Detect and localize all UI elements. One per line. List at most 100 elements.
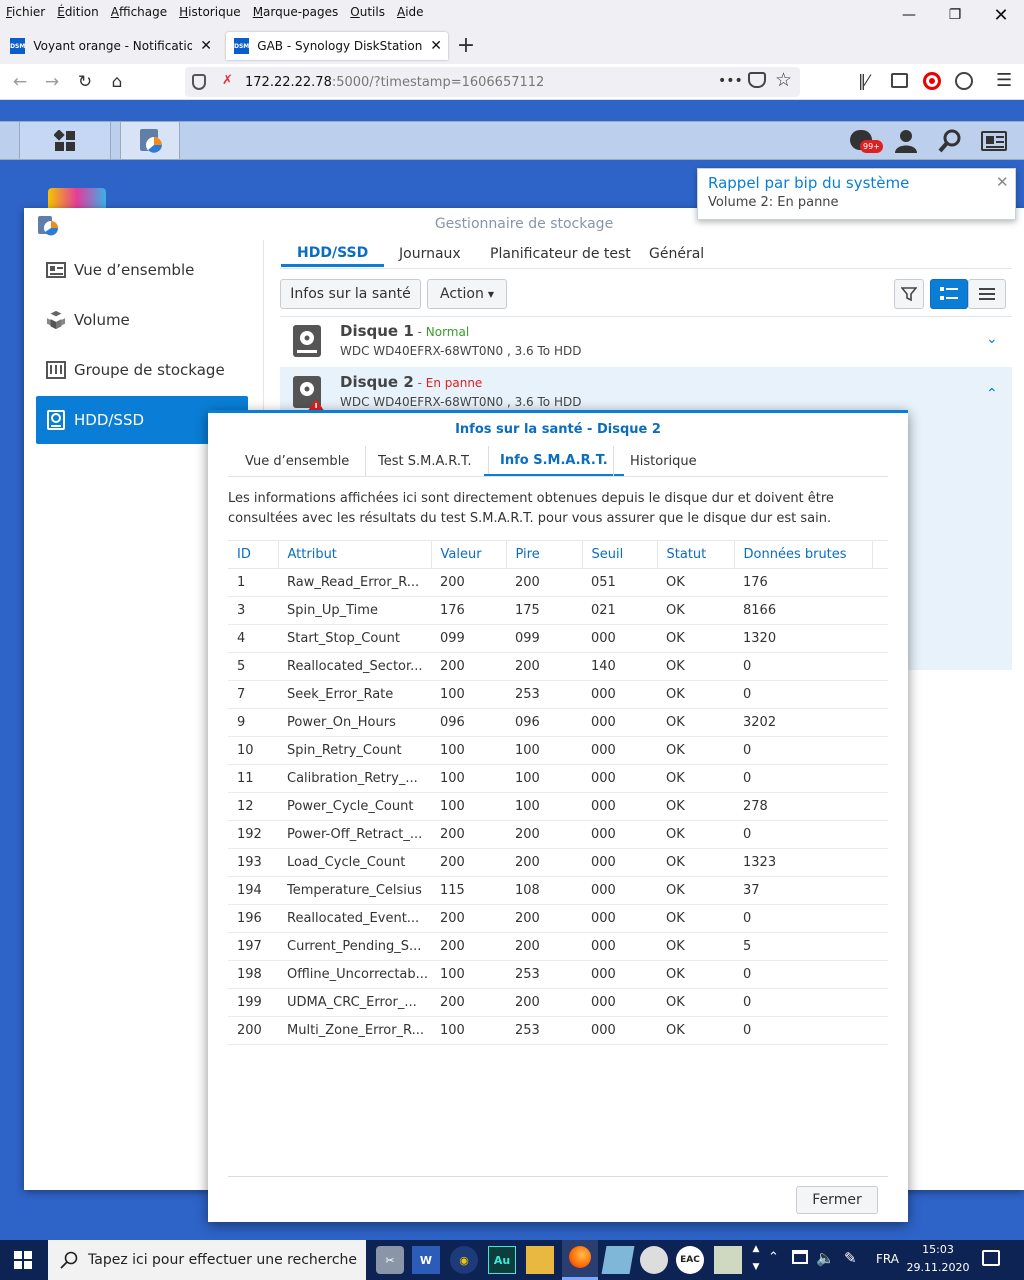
close-toast-icon[interactable]: ✕ xyxy=(996,173,1009,191)
menu-marque-pages[interactable]: Marque-pages xyxy=(253,5,339,19)
insecure-lock-icon[interactable]: ✗ xyxy=(222,73,236,91)
health-info-button[interactable]: Infos sur la santé xyxy=(280,279,421,309)
close-tab-icon[interactable]: ✕ xyxy=(422,38,442,54)
filter-button[interactable] xyxy=(894,279,924,309)
table-row[interactable]: 198 Offline_Uncorrectab... 100 253 000 OK 0 xyxy=(228,960,888,989)
table-row[interactable]: 4 Start_Stop_Count 099 099 000 OK 1320 xyxy=(228,624,888,653)
action-button[interactable]: Action ▼ xyxy=(427,279,507,309)
pocket-icon[interactable] xyxy=(748,72,766,88)
sidebar-item-storage-pool[interactable]: Groupe de stockage xyxy=(36,348,248,392)
tab-planificateur[interactable]: Planificateur de test xyxy=(474,241,647,267)
shield-icon[interactable] xyxy=(192,74,206,90)
dialog-tab-overview[interactable]: Vue d’ensemble xyxy=(229,446,367,476)
library-icon[interactable]: ‖⁄ xyxy=(858,71,869,90)
table-row[interactable]: 10 Spin_Retry_Count 100 100 000 OK 0 xyxy=(228,736,888,765)
close-button[interactable]: Fermer xyxy=(796,1186,878,1214)
user-icon[interactable] xyxy=(894,129,918,157)
tab-general[interactable]: Général xyxy=(633,241,720,267)
storage-manager-taskbar-button[interactable] xyxy=(120,122,180,159)
browser-tab-notification[interactable]: DSM Voyant orange - Notification - I ✕ xyxy=(2,32,220,60)
col-status[interactable]: Statut xyxy=(656,540,734,569)
windows-search-box[interactable]: Tapez ici pour effectuer une recherche xyxy=(48,1240,366,1280)
widgets-icon[interactable] xyxy=(981,131,1007,151)
tray-overflow-icon[interactable]: ⌃ xyxy=(768,1250,779,1265)
account-icon[interactable] xyxy=(955,72,973,90)
table-row[interactable]: 194 Temperature_Celsius 115 108 000 OK 37 xyxy=(228,876,888,905)
language-indicator[interactable]: FRA xyxy=(876,1252,899,1266)
word-icon[interactable]: W xyxy=(412,1246,440,1274)
table-row[interactable]: 5 Reallocated_Sector... 200 200 140 OK 0 xyxy=(228,652,888,681)
taskbar-scroll-icon[interactable]: ▲ ▼ xyxy=(750,1240,762,1280)
table-row[interactable]: 196 Reallocated_Event... 200 200 000 OK 0 xyxy=(228,904,888,933)
sidebar-item-overview[interactable]: Vue d’ensemble xyxy=(36,248,248,292)
sidebar-icon[interactable] xyxy=(891,73,908,88)
table-row[interactable]: 9 Power_On_Hours 096 096 000 OK 3202 xyxy=(228,708,888,737)
notepad-icon[interactable] xyxy=(601,1246,635,1274)
hamburger-menu-icon[interactable]: ☰ xyxy=(996,70,1012,91)
clock-date[interactable]: 29.11.2020 xyxy=(906,1261,970,1274)
clock-time[interactable]: 15:03 xyxy=(908,1243,968,1256)
close-tab-icon[interactable]: ✕ xyxy=(192,38,212,54)
table-row[interactable]: 11 Calibration_Retry_... 100 100 000 OK 0 xyxy=(228,764,888,793)
list-view-button[interactable] xyxy=(968,279,1006,309)
eac-icon[interactable]: EAC xyxy=(676,1246,704,1274)
col-id[interactable]: ID xyxy=(228,540,278,569)
file-explorer-icon[interactable] xyxy=(526,1246,554,1274)
firefox-taskbar-button[interactable] xyxy=(562,1240,598,1280)
sidebar-item-volume[interactable]: Volume xyxy=(36,298,248,342)
table-row[interactable]: 7 Seek_Error_Rate 100 253 000 OK 0 xyxy=(228,680,888,709)
detail-list-icon xyxy=(940,287,958,300)
dialog-tab-smart-info[interactable]: Info S.M.A.R.T. xyxy=(484,446,624,476)
dialog-tab-smart-test[interactable]: Test S.M.A.R.T. xyxy=(362,446,489,476)
network-icon[interactable] xyxy=(792,1250,808,1264)
reload-icon[interactable]: ↻ xyxy=(71,68,99,96)
back-icon[interactable]: ← xyxy=(6,68,34,96)
audition-icon[interactable]: Au xyxy=(488,1246,516,1274)
menu-fichier[interactable]: Fichier xyxy=(6,5,45,19)
home-icon[interactable]: ⌂ xyxy=(103,68,131,96)
table-row[interactable]: 192 Power-Off_Retract_... 200 200 000 OK 0 xyxy=(228,820,888,849)
col-attribute[interactable]: Attribut xyxy=(277,540,431,569)
windows-start-icon[interactable] xyxy=(14,1251,32,1273)
editor-icon[interactable] xyxy=(714,1246,742,1274)
table-row[interactable]: 12 Power_Cycle_Count 100 100 000 OK 278 xyxy=(228,792,888,821)
menu-edition[interactable]: Édition xyxy=(57,5,99,19)
opera-addon-icon[interactable] xyxy=(923,72,941,90)
new-tab-icon[interactable]: + xyxy=(454,31,478,59)
dialog-tab-history[interactable]: Historique xyxy=(614,446,713,476)
snipping-tool-icon[interactable]: ✂ xyxy=(376,1246,404,1274)
menu-historique[interactable]: Historique xyxy=(179,5,241,19)
col-worst[interactable]: Pire xyxy=(505,540,582,569)
bookmark-star-icon[interactable]: ☆ xyxy=(775,69,792,91)
forward-icon[interactable]: → xyxy=(38,68,66,96)
col-raw-data[interactable]: Données brutes xyxy=(733,540,872,569)
volume-speaker-icon[interactable]: 🔈 xyxy=(816,1249,835,1267)
app-icon[interactable]: ◉ xyxy=(450,1246,478,1274)
table-row[interactable]: 3 Spin_Up_Time 176 175 021 OK 8166 xyxy=(228,596,888,625)
browser-tab-diskstation[interactable]: DSM GAB - Synology DiskStation ✕ xyxy=(226,32,448,60)
table-row[interactable]: 193 Load_Cycle_Count 200 200 000 OK 1323 xyxy=(228,848,888,877)
cell-attribute: Power-Off_Retract_... xyxy=(278,820,431,849)
menu-outils[interactable]: Outils xyxy=(350,5,385,19)
col-threshold[interactable]: Seuil xyxy=(581,540,657,569)
url-bar[interactable]: 172.22.22.78:5000/?timestamp=1606657112 xyxy=(185,67,800,97)
menu-aide[interactable]: Aide xyxy=(397,5,424,19)
table-row[interactable]: 197 Current_Pending_S... 200 200 000 OK 5 xyxy=(228,932,888,961)
col-value[interactable]: Valeur xyxy=(430,540,506,569)
dvd-icon[interactable] xyxy=(640,1246,668,1274)
tab-hdd-ssd[interactable]: HDD/SSD xyxy=(281,241,385,267)
detail-view-button[interactable] xyxy=(930,279,968,309)
table-row[interactable]: 199 UDMA_CRC_Error_... 200 200 000 OK 0 xyxy=(228,988,888,1017)
table-row[interactable]: 200 Multi_Zone_Error_R... 100 253 000 OK 0 xyxy=(228,1016,888,1045)
main-menu-button[interactable] xyxy=(20,122,111,159)
search-icon[interactable] xyxy=(938,129,962,157)
pen-icon[interactable]: ✎ xyxy=(844,1249,857,1267)
menu-affichage[interactable]: Affichage xyxy=(111,5,167,19)
disk-row-1[interactable]: Disque 1 - Normal WDC WD40EFRX-68WT0N0 ,… xyxy=(280,317,1012,367)
tab-journaux[interactable]: Journaux xyxy=(383,241,477,267)
table-row[interactable]: 1 Raw_Read_Error_R... 200 200 051 OK 176 xyxy=(228,568,888,597)
page-actions-icon[interactable]: ••• xyxy=(718,73,743,89)
chevron-down-icon[interactable]: ⌄ xyxy=(986,331,998,347)
action-center-icon[interactable] xyxy=(982,1250,1000,1266)
chevron-up-icon[interactable]: ⌃ xyxy=(986,386,998,402)
